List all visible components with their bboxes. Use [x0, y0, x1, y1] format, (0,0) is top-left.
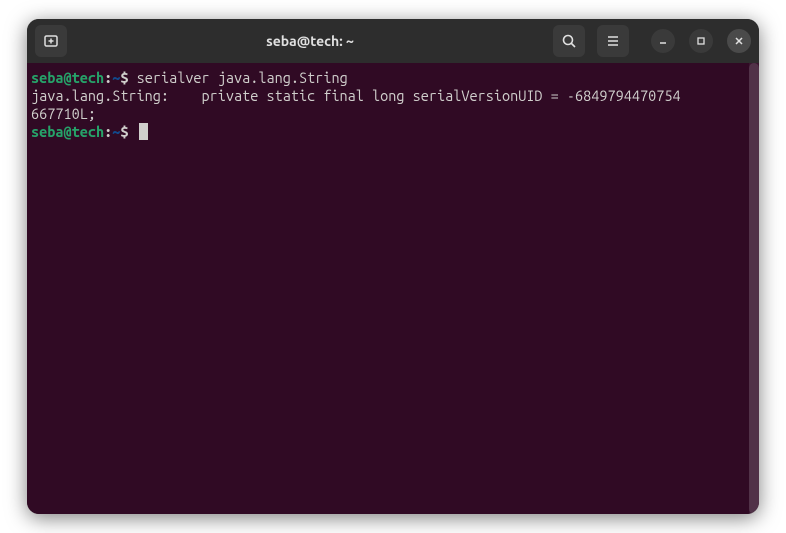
close-button[interactable] — [727, 29, 751, 53]
command-text: serialver java.lang.String — [137, 69, 348, 86]
prompt-user-host: seba@tech — [31, 69, 104, 86]
search-button[interactable] — [553, 25, 585, 57]
minimize-button[interactable] — [651, 29, 675, 53]
window-controls — [651, 29, 751, 53]
prompt-symbol: $ — [120, 69, 128, 86]
hamburger-icon — [605, 33, 621, 49]
search-icon — [561, 33, 577, 49]
minimize-icon — [658, 36, 668, 46]
titlebar-left — [35, 25, 67, 57]
maximize-button[interactable] — [689, 29, 713, 53]
prompt-separator: : — [104, 69, 112, 86]
close-icon — [734, 36, 744, 46]
cursor — [139, 123, 148, 140]
window-title: seba@tech: ~ — [75, 33, 545, 49]
terminal-window: seba@tech: ~ — [27, 19, 759, 514]
output-line-1: java.lang.String: private static final l… — [31, 87, 755, 105]
new-tab-icon — [43, 33, 59, 49]
menu-button[interactable] — [597, 25, 629, 57]
command-line-2: seba@tech:~$ — [31, 123, 755, 141]
prompt-symbol: $ — [120, 123, 128, 140]
scrollbar-thumb[interactable] — [749, 63, 759, 514]
terminal-content: seba@tech:~$ serialver java.lang.Stringj… — [31, 69, 755, 141]
titlebar: seba@tech: ~ — [27, 19, 759, 63]
prompt-user-host: seba@tech — [31, 123, 104, 140]
scrollbar[interactable] — [749, 63, 759, 514]
titlebar-right — [553, 25, 751, 57]
new-tab-button[interactable] — [35, 25, 67, 57]
maximize-icon — [696, 36, 706, 46]
prompt-separator: : — [104, 123, 112, 140]
command-line-1: seba@tech:~$ serialver java.lang.String — [31, 69, 755, 87]
output-line-2: 667710L; — [31, 105, 755, 123]
terminal-body[interactable]: seba@tech:~$ serialver java.lang.Stringj… — [27, 63, 759, 514]
